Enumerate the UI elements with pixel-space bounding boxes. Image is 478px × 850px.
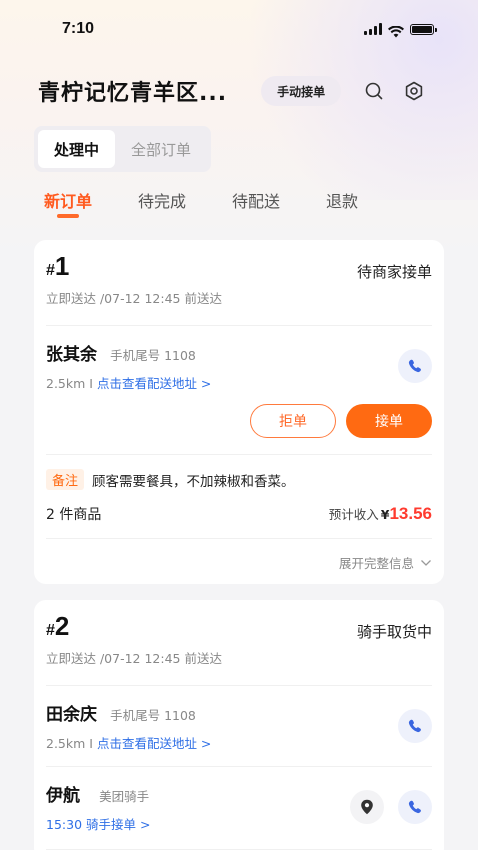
separator: I [85, 736, 97, 751]
gear-icon[interactable] [403, 80, 425, 102]
order-number: #1 [46, 251, 70, 281]
order-card: #2 骑手取货中 立即送达 /07-12 12:45 前送达 田余庆 手机尾号 … [34, 600, 444, 850]
order-actions: 拒单 接单 [46, 404, 432, 438]
distance: 2.5km [46, 736, 86, 751]
address-link[interactable]: 点击查看配送地址 > [97, 736, 211, 751]
tab-new-orders[interactable]: 新订单 [44, 188, 92, 222]
wifi-icon [388, 23, 404, 38]
search-icon[interactable] [363, 80, 385, 102]
rider-row: 伊航 美团骑手 15:30 骑手接单 > [46, 766, 432, 833]
segment-processing[interactable]: 处理中 [38, 130, 116, 168]
customer-info: 田余庆 手机尾号 1108 2.5km I 点击查看配送地址 > [46, 700, 211, 752]
address-link[interactable]: 点击查看配送地址 > [97, 376, 211, 391]
order-tabs: 新订单 待完成 待配送 退款 [44, 188, 358, 232]
phone-icon[interactable] [398, 709, 432, 743]
phone-icon[interactable] [398, 790, 432, 824]
status-time: 7:10 [62, 20, 95, 37]
signal-icon [364, 23, 382, 35]
rider-actions [350, 790, 432, 824]
delivery-time: 立即送达 /07-12 12:45 前送达 [46, 288, 432, 326]
separator: I [85, 376, 97, 391]
rider-pickup-link[interactable]: 15:30 骑手接单 > [46, 814, 150, 833]
order-header: #1 待商家接单 [46, 240, 432, 282]
customer-row: 张其余 手机尾号 1108 2.5km I 点击查看配送地址 > [46, 326, 432, 392]
rider-name: 伊航 [46, 786, 80, 806]
tab-to-deliver[interactable]: 待配送 [232, 188, 280, 222]
customer-name: 田余庆 [46, 705, 97, 725]
order-number: #2 [46, 611, 70, 641]
chevron-down-icon [420, 555, 432, 570]
status-icons [364, 23, 437, 38]
status-bar: 7:10 [0, 0, 478, 58]
expand-details[interactable]: 展开完整信息 [46, 553, 432, 572]
customer-phone: 手机尾号 1108 [110, 708, 196, 723]
order-status: 骑手取货中 [356, 623, 432, 641]
reject-button[interactable]: 拒单 [250, 404, 336, 438]
battery-icon [410, 23, 437, 35]
customer-info: 张其余 手机尾号 1108 2.5km I 点击查看配送地址 > [46, 340, 211, 392]
income-amount: 13.56 [389, 504, 432, 523]
goods-count: 2 件商品 [46, 507, 102, 523]
note-text: 顾客需要餐具，不加辣椒和香菜。 [92, 473, 295, 490]
rider-role: 美团骑手 [99, 789, 150, 804]
rider-info: 伊航 美团骑手 15:30 骑手接单 > [46, 781, 150, 833]
order-scope-switch: 处理中 全部订单 [34, 126, 212, 172]
goods-row: 2 件商品 预计收入 ¥ 13.56 [46, 504, 432, 539]
phone-icon[interactable] [398, 349, 432, 383]
accept-button[interactable]: 接单 [346, 404, 432, 438]
customer-phone: 手机尾号 1108 [110, 348, 196, 363]
order-card: #1 待商家接单 立即送达 /07-12 12:45 前送达 张其余 手机尾号 … [34, 240, 444, 584]
note-tag: 备注 [46, 469, 85, 490]
customer-row: 田余庆 手机尾号 1108 2.5km I 点击查看配送地址 > [46, 686, 432, 752]
distance: 2.5km [46, 376, 86, 391]
app-header: 青柠记忆青羊区... 手动接单 [0, 68, 478, 114]
order-note: 备注 顾客需要餐具，不加辣椒和香菜。 [46, 454, 432, 490]
manual-accept-button[interactable]: 手动接单 [261, 76, 342, 106]
order-header: #2 骑手取货中 [46, 600, 432, 642]
location-pin-icon[interactable] [350, 790, 384, 824]
customer-address: 2.5km I 点击查看配送地址 > [46, 373, 211, 392]
tab-to-complete[interactable]: 待完成 [138, 188, 186, 222]
tab-refund[interactable]: 退款 [326, 188, 358, 222]
store-name[interactable]: 青柠记忆青羊区... [38, 75, 227, 107]
customer-name: 张其余 [46, 345, 97, 365]
segment-all-orders[interactable]: 全部订单 [115, 130, 207, 168]
expand-label: 展开完整信息 [338, 556, 414, 571]
delivery-time: 立即送达 /07-12 12:45 前送达 [46, 648, 432, 686]
order-status: 待商家接单 [356, 263, 432, 281]
customer-address: 2.5km I 点击查看配送地址 > [46, 733, 211, 752]
expected-income: 预计收入 ¥ 13.56 [328, 504, 432, 523]
